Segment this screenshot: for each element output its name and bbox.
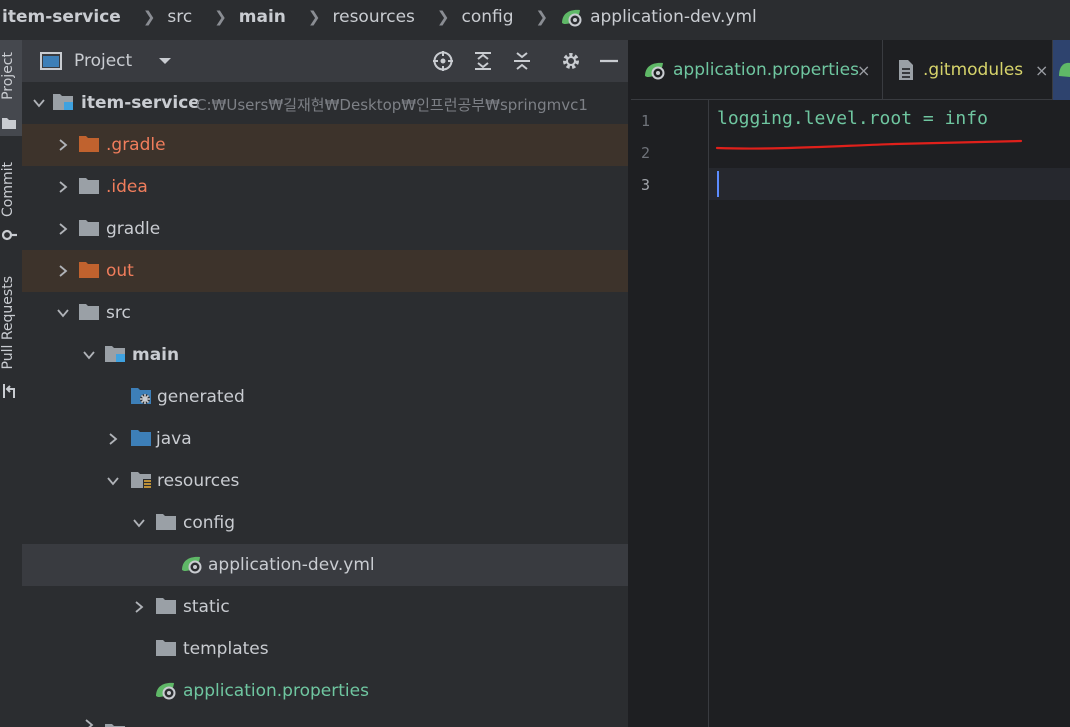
tree-node-idea[interactable]: .idea (22, 166, 628, 208)
hide-icon[interactable] (598, 50, 620, 72)
chevron-right-icon: ❯ (142, 8, 156, 26)
source-folder-icon (131, 430, 151, 446)
expand-all-icon[interactable] (472, 50, 494, 72)
folder-icon (2, 118, 16, 129)
tree-node-application-properties[interactable]: application.properties (22, 670, 628, 712)
project-panel-title: Project (74, 51, 133, 71)
tree-node-application-dev-yml[interactable]: application-dev.yml (22, 544, 628, 586)
tree-node-src[interactable]: src (22, 292, 628, 334)
spring-config-icon (645, 62, 665, 80)
folder-icon (79, 136, 99, 152)
text-caret (717, 171, 719, 197)
handwritten-underline (715, 139, 1023, 150)
breadcrumb-item-src[interactable]: ❯ src (121, 7, 192, 27)
tree-node-main[interactable]: main (22, 334, 628, 376)
tool-window-stripe: Project Commit Pull Requests (0, 40, 22, 727)
tree-node-config[interactable]: config (22, 502, 628, 544)
tab-application-properties[interactable]: application.properties × (643, 40, 881, 100)
line-number-gutter: 1 2 3 (631, 100, 709, 727)
folder-icon (156, 640, 176, 656)
chevron-right-icon: ❯ (307, 8, 321, 26)
chevron-right-icon: ❯ (436, 8, 450, 26)
line-number: 2 (641, 144, 651, 162)
folder-icon (79, 178, 99, 194)
chevron-right-icon: ❯ (214, 8, 227, 26)
stripe-commit-button[interactable]: Commit (0, 162, 20, 217)
line-number: 3 (641, 176, 651, 194)
line-number: 1 (641, 112, 651, 130)
chevron-down-icon[interactable] (32, 96, 46, 110)
tree-node-gradle[interactable]: gradle (22, 208, 628, 250)
folder-icon (79, 220, 99, 236)
editor: application.properties × .gitmodules × 1… (631, 40, 1070, 727)
file-icon (899, 60, 913, 80)
tab-gitmodules[interactable]: .gitmodules × (897, 40, 1053, 100)
chevron-right-icon[interactable] (56, 138, 70, 152)
locate-icon[interactable] (432, 50, 454, 72)
chevron-right-icon[interactable] (132, 600, 146, 614)
spring-config-icon (156, 682, 176, 700)
folder-icon (79, 304, 99, 320)
stripe-project-label: Project (0, 52, 16, 100)
tree-node-gradle-hidden[interactable]: .gradle (22, 124, 628, 166)
spring-config-icon (562, 9, 582, 27)
breadcrumb: item-service ❯ src ❯ main ❯ resources ❯ … (0, 0, 1070, 34)
resources-folder-icon (131, 472, 151, 489)
breadcrumb-item-config[interactable]: ❯ config (415, 7, 514, 27)
chevron-right-icon[interactable] (56, 180, 70, 194)
stripe-project-button[interactable]: Project (0, 40, 22, 136)
tree-node-partial[interactable] (22, 712, 628, 727)
close-icon[interactable]: × (857, 61, 870, 80)
folder-icon (79, 262, 99, 278)
editor-tabs: application.properties × .gitmodules × (631, 40, 1070, 100)
project-view-icon (40, 52, 62, 70)
current-line-highlight (709, 168, 1070, 200)
chevron-right-icon[interactable] (106, 432, 120, 446)
close-icon[interactable]: × (1035, 61, 1048, 80)
chevron-right-icon[interactable] (82, 718, 96, 727)
spring-config-icon (1059, 62, 1070, 77)
commit-icon (1, 229, 17, 241)
chevron-right-icon: ❯ (535, 8, 549, 26)
project-panel: Project item-service C:₩Users₩길재현₩Deskto… (22, 40, 628, 727)
generated-sources-folder-icon (131, 388, 151, 404)
tree-node-templates[interactable]: templates (22, 628, 628, 670)
tab-active-application-dev[interactable] (1053, 40, 1070, 100)
tree-node-java[interactable]: java (22, 418, 628, 460)
tree-node-out[interactable]: out (22, 250, 628, 292)
gear-icon[interactable] (560, 50, 582, 72)
chevron-right-icon[interactable] (56, 222, 70, 236)
breadcrumb-item-file[interactable]: ❯ application-dev.yml (514, 7, 757, 27)
tree-node-item-service[interactable]: item-service C:₩Users₩길재현₩Desktop₩인프런공부₩… (22, 82, 628, 124)
chevron-down-icon[interactable] (82, 348, 96, 362)
project-panel-header: Project (22, 40, 628, 82)
chevron-down-icon[interactable] (106, 474, 120, 488)
folder-icon (156, 598, 176, 614)
tree-node-static[interactable]: static (22, 586, 628, 628)
folder-icon (105, 724, 125, 727)
chevron-down-icon[interactable] (132, 516, 146, 530)
folder-icon (156, 514, 176, 530)
tree-node-generated[interactable]: generated (22, 376, 628, 418)
chevron-down-icon[interactable] (56, 306, 70, 320)
breadcrumb-item-main[interactable]: ❯ main (192, 7, 286, 27)
module-folder-icon (105, 346, 125, 362)
pull-request-icon (3, 384, 15, 398)
chevron-right-icon[interactable] (56, 264, 70, 278)
stripe-pull-requests-button[interactable]: Pull Requests (0, 276, 20, 369)
code-editor-area[interactable]: logging.level.root = info (709, 100, 1070, 727)
code-line-1[interactable]: logging.level.root = info (717, 108, 988, 129)
tab-separator (882, 40, 883, 100)
module-folder-icon (53, 94, 73, 110)
breadcrumb-item-resources[interactable]: ❯ resources (286, 7, 415, 27)
view-dropdown-icon[interactable] (158, 56, 172, 66)
breadcrumb-item-project[interactable]: item-service (2, 7, 121, 27)
collapse-all-icon[interactable] (511, 50, 533, 72)
spring-config-icon (182, 556, 202, 574)
tree-node-resources[interactable]: resources (22, 460, 628, 502)
